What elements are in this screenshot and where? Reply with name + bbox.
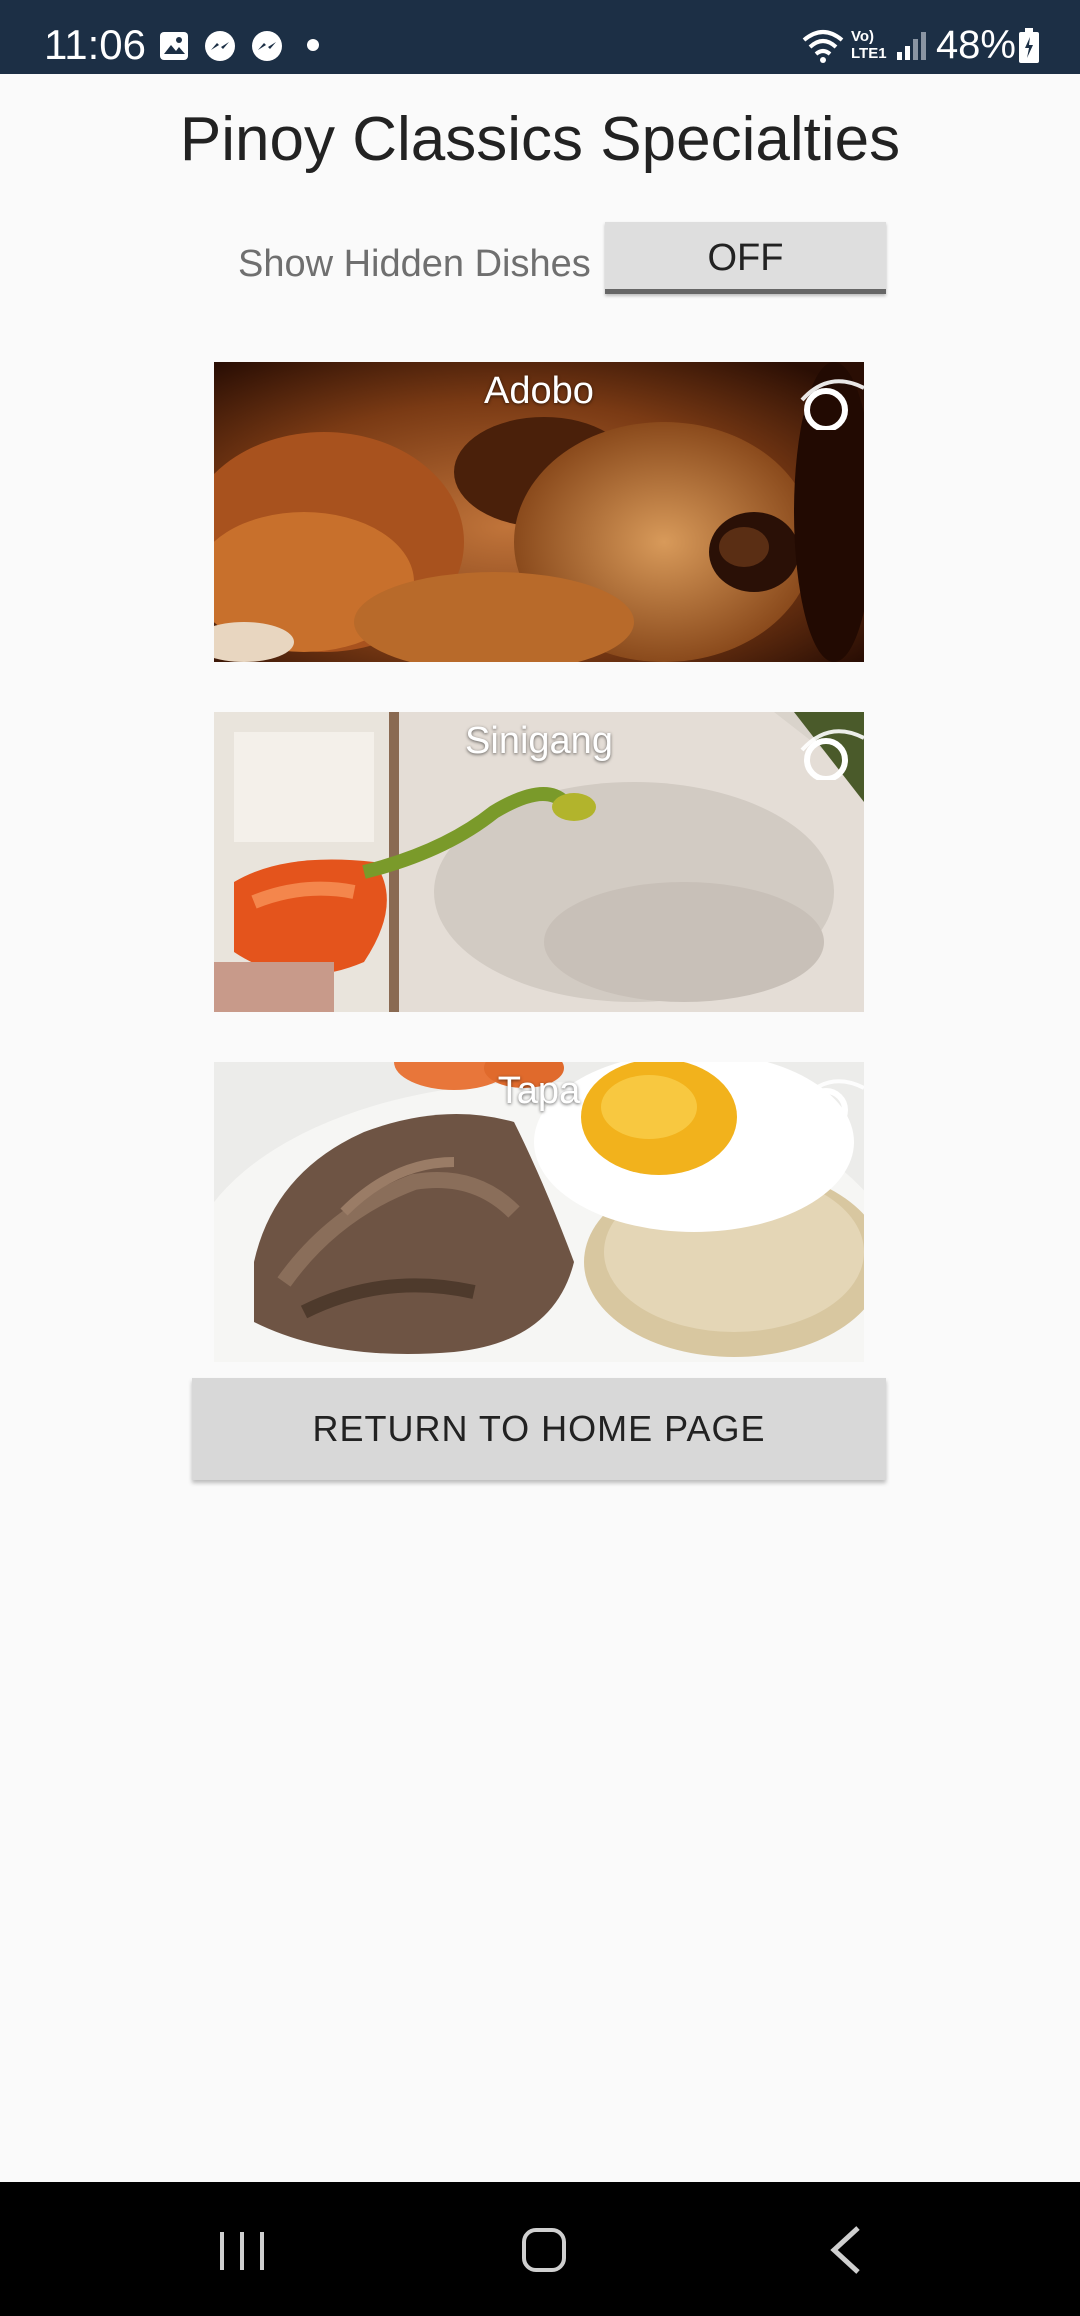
dish-title: Adobo	[484, 370, 594, 412]
show-hidden-toggle[interactable]: OFF	[605, 222, 886, 294]
dish-title: Sinigang	[465, 720, 613, 762]
messenger-icon	[252, 31, 282, 61]
home-icon[interactable]	[484, 2182, 604, 2316]
gallery-icon	[160, 32, 188, 60]
battery-icon	[1019, 28, 1039, 63]
dish-card-adobo[interactable]: Adobo	[214, 362, 864, 662]
dish-card-sinigang[interactable]: Sinigang	[214, 712, 864, 1012]
dish-title: Tapa	[497, 1070, 581, 1112]
navigation-bar	[0, 2182, 1080, 2316]
dot-icon	[307, 39, 319, 51]
wifi-icon	[802, 30, 844, 63]
status-time: 11:06	[44, 21, 146, 68]
signal-icon	[897, 32, 926, 60]
recents-icon[interactable]	[182, 2182, 302, 2316]
show-hidden-label: Show Hidden Dishes	[238, 243, 591, 285]
status-bar: 11:06 Vo) LTE1 48%	[0, 0, 1080, 74]
messenger-icon	[205, 31, 235, 61]
network-label: Vo) LTE1	[851, 28, 887, 62]
battery-level: 48%	[935, 23, 1016, 67]
hide-icon[interactable]	[794, 720, 864, 780]
hide-icon[interactable]	[794, 370, 864, 430]
hide-icon[interactable]	[794, 1070, 864, 1130]
page-title: Pinoy Classics Specialties	[179, 105, 901, 174]
back-icon[interactable]	[786, 2182, 906, 2316]
return-home-button[interactable]: RETURN TO HOME PAGE	[192, 1378, 886, 1480]
dish-card-tapa[interactable]: Tapa	[214, 1062, 864, 1362]
